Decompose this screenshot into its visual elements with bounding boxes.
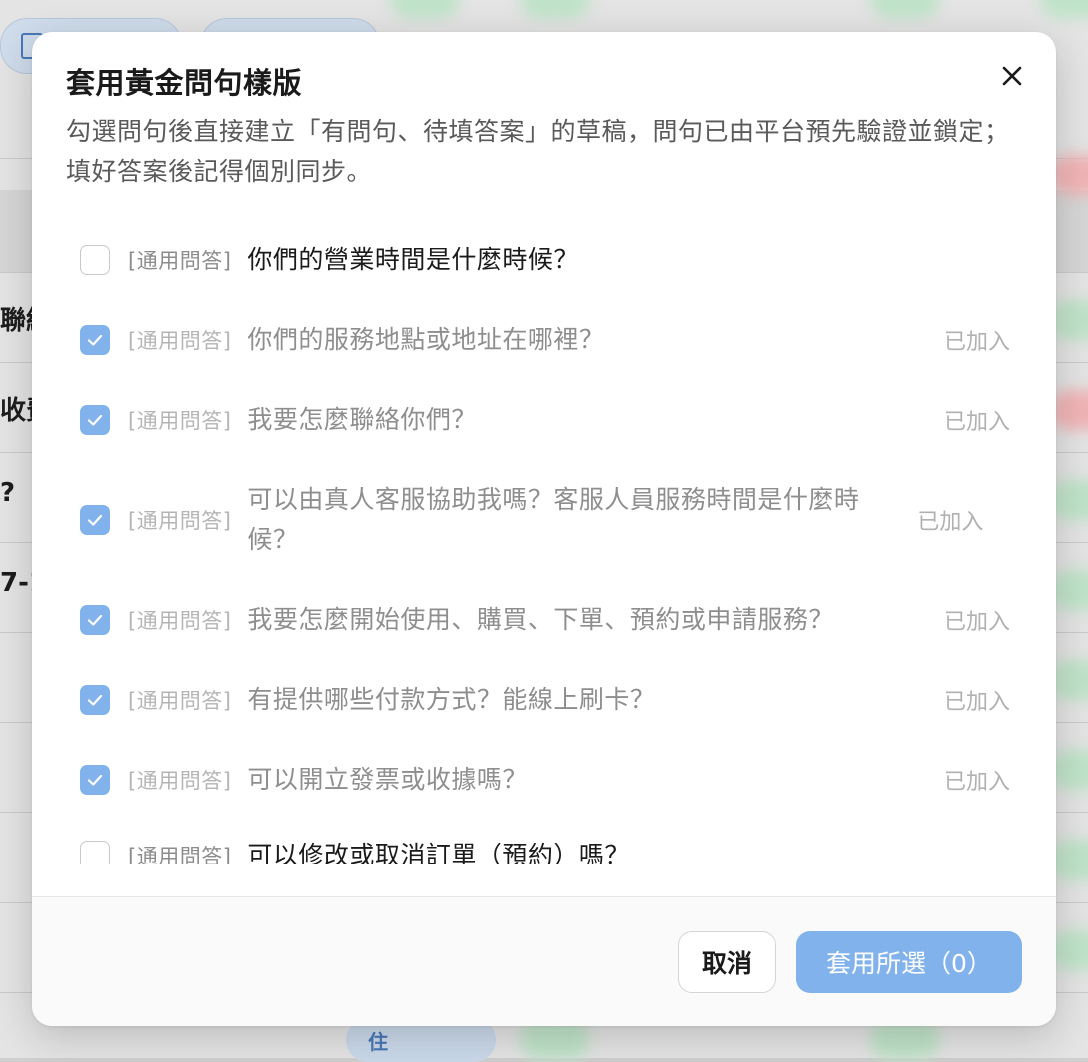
background-status <box>520 1020 590 1060</box>
question-category-tag: [通用問答] <box>128 845 232 864</box>
background-status <box>870 1020 940 1060</box>
question-checkbox[interactable] <box>80 685 110 715</box>
added-status-label: 已加入 <box>943 690 1010 715</box>
added-status-label: 已加入 <box>917 510 984 535</box>
background-status <box>520 0 590 18</box>
added-status-label: 已加入 <box>943 330 1010 355</box>
dialog-footer: 取消 套用所選（0） <box>32 897 1056 1026</box>
checkmark-icon <box>87 614 103 626</box>
background-text: 住 <box>368 1030 388 1054</box>
question-list: [通用問答] 你們的營業時間是什麼時候？ [通用問答] 你們的服務地點或地址在哪… <box>32 222 1056 864</box>
question-item[interactable]: [通用問答] 可以修改或取消訂單（預約）嗎？ <box>80 836 1010 864</box>
added-status-label: 已加入 <box>943 410 1010 435</box>
question-category-tag: [通用問答] <box>128 769 232 793</box>
question-category-tag: [通用問答] <box>128 329 232 353</box>
checkmark-icon <box>87 514 103 526</box>
background-status <box>1040 0 1088 18</box>
question-item[interactable]: [通用問答] 我要怎麼開始使用、購買、下單、預約或申請服務？ 已加入 <box>80 600 1010 640</box>
added-status-label: 已加入 <box>943 770 1010 795</box>
background-status <box>390 0 460 18</box>
question-category-tag: [通用問答] <box>128 509 232 533</box>
question-text: 你們的營業時間是什麼時候？ <box>247 245 579 274</box>
question-text: 你們的服務地點或地址在哪裡？ <box>247 325 605 354</box>
background-text: ? <box>0 478 16 508</box>
question-text: 我要怎麼開始使用、購買、下單、預約或申請服務？ <box>247 605 834 634</box>
question-text: 可以由真人客服協助我嗎？客服人員服務時間是什麼時候？ <box>247 485 860 554</box>
question-text: 我要怎麼聯絡你們？ <box>247 405 477 434</box>
cancel-button[interactable]: 取消 <box>678 931 776 993</box>
checkmark-icon <box>87 414 103 426</box>
background-status <box>870 0 940 18</box>
question-item[interactable]: [通用問答] 可以由真人客服協助我嗎？客服人員服務時間是什麼時候？ 已加入 <box>80 480 1010 560</box>
question-text: 可以開立發票或收據嗎？ <box>247 765 528 794</box>
question-item[interactable]: [通用問答] 有提供哪些付款方式？能線上刷卡？ 已加入 <box>80 680 1010 720</box>
added-status-label: 已加入 <box>943 610 1010 635</box>
question-checkbox[interactable] <box>80 325 110 355</box>
question-checkbox[interactable] <box>80 245 110 275</box>
question-checkbox[interactable] <box>80 505 110 535</box>
question-category-tag: [通用問答] <box>128 409 232 433</box>
dialog-title: 套用黃金問句樣版 <box>66 66 303 100</box>
question-checkbox[interactable] <box>80 765 110 795</box>
checkmark-icon <box>87 694 103 706</box>
question-category-tag: [通用問答] <box>128 689 232 713</box>
question-category-tag: [通用問答] <box>128 609 232 633</box>
checkmark-icon <box>87 334 103 346</box>
question-item[interactable]: [通用問答] 你們的營業時間是什麼時候？ <box>80 240 1010 280</box>
question-checkbox[interactable] <box>80 605 110 635</box>
golden-question-template-dialog: 套用黃金問句樣版 勾選問句後直接建立「有問句、待填答案」的草稿，問句已由平台預先… <box>32 32 1056 1026</box>
question-checkbox[interactable] <box>80 841 110 864</box>
question-checkbox[interactable] <box>80 405 110 435</box>
checkmark-icon <box>87 774 103 786</box>
close-button[interactable] <box>994 58 1030 94</box>
question-item[interactable]: [通用問答] 你們的服務地點或地址在哪裡？ 已加入 <box>80 320 1010 360</box>
question-category-tag: [通用問答] <box>128 249 232 273</box>
question-item[interactable]: [通用問答] 可以開立發票或收據嗎？ 已加入 <box>80 760 1010 800</box>
apply-selected-button[interactable]: 套用所選（0） <box>796 931 1022 993</box>
question-text: 有提供哪些付款方式？能線上刷卡？ <box>247 685 656 714</box>
close-icon <box>1002 66 1022 86</box>
question-text: 可以修改或取消訂單（預約）嗎？ <box>247 841 630 864</box>
question-item[interactable]: [通用問答] 我要怎麼聯絡你們？ 已加入 <box>80 400 1010 440</box>
dialog-description: 勾選問句後直接建立「有問句、待填答案」的草稿，問句已由平台預先驗證並鎖定；填好答… <box>66 117 1010 186</box>
